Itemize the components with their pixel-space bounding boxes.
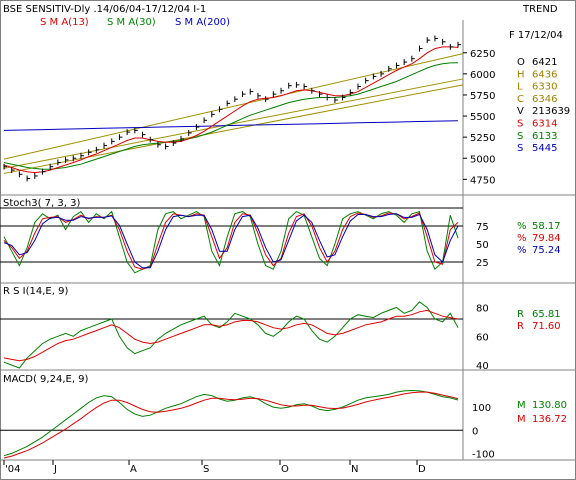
stoch-tick-label: 50 [476,240,489,251]
price-tick-label: 4750 [470,175,495,186]
legend-sma200: S M A(200) [175,17,230,28]
x-tick-label: J [53,464,57,475]
stoch-title: Stoch3( 7, 3, 3) [3,198,80,209]
x-tick-label: S [203,464,209,475]
readout-value: 6314 [532,119,557,130]
readout-value: 6421 [532,57,557,68]
readout-value: 130.80 [532,400,567,411]
readout-key: % [517,233,527,244]
legend-sma30: S M A(30) [107,17,156,28]
readout-key: S [517,131,523,142]
technical-chart: BSE SENSITIV-Dly .14/06/04-17/12/04 I-1 … [0,0,576,480]
readout-key: S [517,119,523,130]
x-tick-label: D [418,464,426,475]
readout-key: R [517,321,524,332]
rsi-tick-label: 40 [476,361,489,372]
stoch-tick-label: 75 [476,222,489,233]
readout-value: 6346 [532,94,557,105]
readout-key: C [517,94,524,105]
macd-tick-label: 100 [472,403,491,414]
legend-sma13: S M A(13) [40,17,89,28]
rsi-title: R S I(14,E, 9) [3,286,68,297]
readout-key: R [517,309,524,320]
price-tick-label: 5000 [470,154,495,165]
readout-key: O [517,57,525,68]
readout-value: 65.81 [532,309,561,320]
frequency-label: F 17/12/04 [509,30,563,41]
trend-label: TREND [522,4,558,15]
readout-value: 6330 [532,82,557,93]
rsi-tick-label: 80 [476,304,489,315]
stoch-tick-label: 25 [476,258,489,269]
macd-title: MACD( 9,24,E, 9) [3,374,89,385]
readout-key: M [517,414,526,425]
x-tick-label: A [130,464,137,475]
readout-key: M [517,400,526,411]
readout-key: L [517,82,523,93]
readout-key: % [517,245,527,256]
x-tick-label: N [351,464,358,475]
readout-value: 213639 [532,106,570,117]
readout-value: 5445 [532,143,557,154]
readout-value: 58.17 [532,221,561,232]
macd-tick-label: -100 [472,449,495,460]
macd-tick-label: 0 [472,426,478,437]
readout-value: 136.72 [532,414,567,425]
price-tick-label: 5750 [470,91,495,102]
price-tick-label: 5250 [470,133,495,144]
x-tick-label: O [281,464,289,475]
x-tick-label: '04 [5,464,20,475]
readout-value: 75.24 [532,245,561,256]
rsi-tick-label: 60 [476,332,489,343]
price-tick-label: 6250 [470,49,495,60]
readout-value: 6436 [532,69,557,80]
readout-key: H [517,69,525,80]
readout-key: S [517,143,523,154]
chart-title: BSE SENSITIV-Dly .14/06/04-17/12/04 I-1 [3,4,206,15]
readout-key: % [517,221,527,232]
readout-key: V [517,106,524,117]
readout-value: 79.84 [532,233,561,244]
price-tick-label: 5500 [470,112,495,123]
readout-value: 6133 [532,131,557,142]
readout-value: 71.60 [532,321,561,332]
price-tick-label: 6000 [470,70,495,81]
